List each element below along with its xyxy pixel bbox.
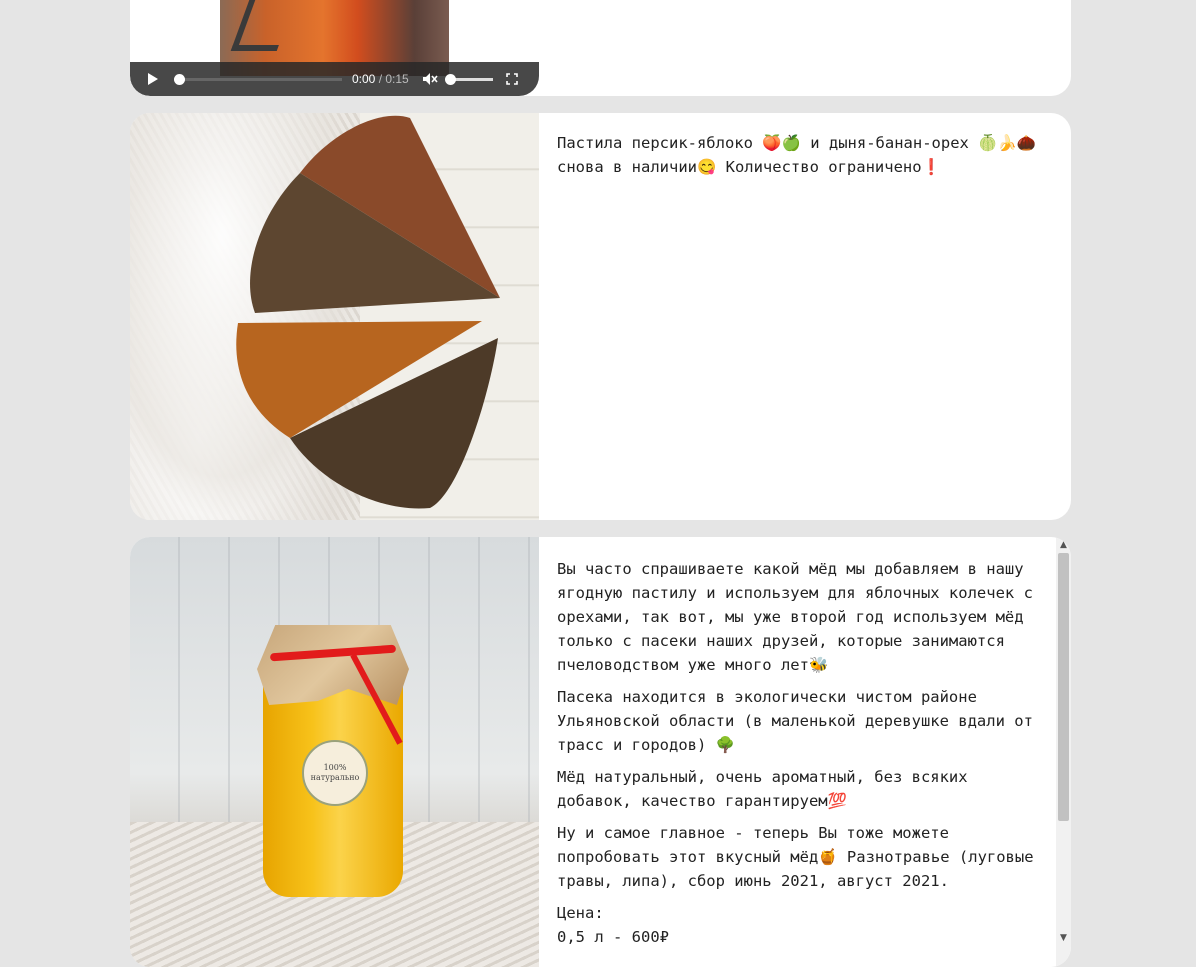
speaker-muted-icon[interactable] [421,70,439,88]
seek-slider-knob[interactable] [174,73,185,85]
post-paragraph: Пасека находится в экологически чистом р… [557,688,1033,754]
volume-slider-knob[interactable] [444,73,456,85]
price-value: 0,5 л - 600₽ [557,928,669,946]
natural-sticker: 100% натурально [302,740,368,806]
price-label: Цена: [557,904,604,922]
video-player[interactable]: 0:00 / 0:15 [130,0,539,96]
scrollbar-thumb[interactable] [1058,553,1069,821]
volume-slider[interactable] [444,73,493,85]
video-post-card: 0:00 / 0:15 [130,0,1071,96]
pastila-photo[interactable] [130,113,539,520]
time-duration: 0:15 [385,72,409,86]
honey-post-card: 100% натурально Вы часто спрашиваете как… [130,537,1071,967]
post-paragraph: Вы часто спрашиваете какой мёд мы добавл… [557,560,1033,674]
post-paragraph: Ну и самое главное - теперь Вы тоже може… [557,824,1034,890]
scroll-down-icon[interactable]: ▼ [1056,930,1071,945]
text-scrollbar[interactable]: ▲ ▼ [1056,537,1071,967]
kraft-paper-lid [257,625,409,705]
pastila-wedges [236,115,500,509]
video-time: 0:00 / 0:15 [352,72,409,86]
time-current: 0:00 [352,72,376,86]
fullscreen-icon[interactable] [503,70,521,88]
time-separator: / [375,72,386,86]
honey-photo[interactable]: 100% натурально [130,537,539,967]
post-text: Пастила персик-яблоко 🍑🍏 и дыня-банан-ор… [557,131,1037,187]
video-controls: 0:00 / 0:15 [130,62,539,96]
scroll-up-icon[interactable]: ▲ [1056,537,1071,552]
post-paragraph: Пастила персик-яблоко 🍑🍏 и дыня-банан-ор… [557,134,1037,176]
post-text: Вы часто спрашиваете какой мёд мы добавл… [557,557,1037,957]
seek-slider[interactable] [174,73,342,85]
post-paragraph: Мёд натуральный, очень ароматный, без вс… [557,768,968,810]
play-icon[interactable] [144,70,162,88]
pastila-post-card: Пастила персик-яблоко 🍑🍏 и дыня-банан-ор… [130,113,1071,520]
